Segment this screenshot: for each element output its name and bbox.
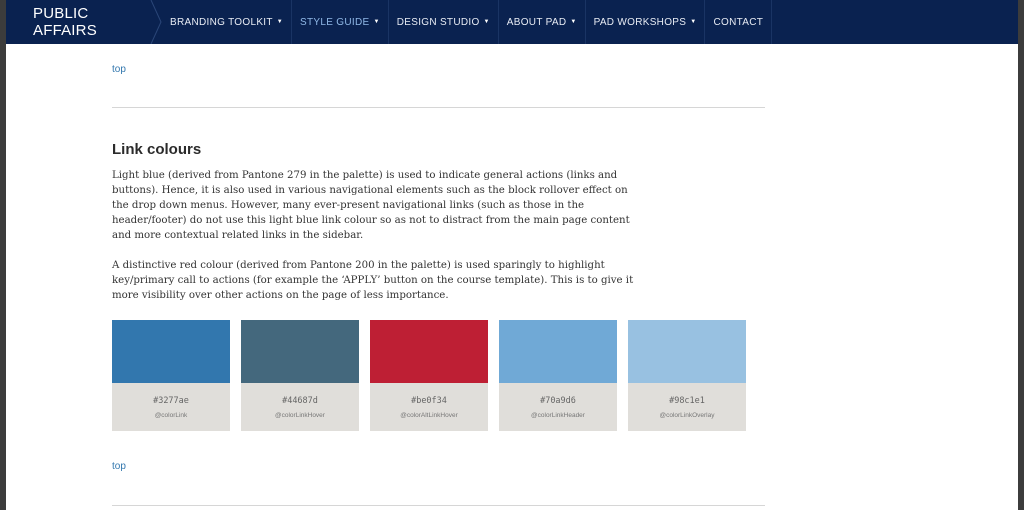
- nav-item-label: CONTACT: [713, 16, 764, 28]
- caret-down-icon: ▼: [690, 19, 697, 25]
- swatch-hex-code: #98c1e1: [669, 395, 705, 406]
- swatch-hex-code: #be0f34: [411, 395, 447, 406]
- nav-item-label: BRANDING TOOLKIT: [170, 16, 273, 28]
- swatch-variable-name: @colorAltLinkHover: [400, 411, 458, 419]
- swatch-hex-code: #3277ae: [153, 395, 189, 406]
- nav-item-label: DESIGN STUDIO: [396, 16, 480, 28]
- swatch-variable-name: @colorLinkHover: [275, 411, 325, 419]
- nav-item-about-pad[interactable]: ABOUT PAD ▼: [499, 0, 586, 44]
- nav-item-contact[interactable]: CONTACT: [705, 0, 773, 44]
- swatch-variable-name: @colorLinkHeader: [531, 411, 585, 419]
- swatch-hex-code: #44687d: [282, 395, 318, 406]
- swatch-color-block: [241, 320, 359, 383]
- section-divider: [112, 505, 765, 506]
- caret-down-icon: ▼: [570, 19, 577, 25]
- section-heading: Link colours: [112, 141, 202, 158]
- swatch-variable-name: @colorLinkOverlay: [659, 411, 715, 419]
- swatch-info: #98c1e1 @colorLinkOverlay: [628, 383, 746, 431]
- nav-item-style-guide[interactable]: STYLE GUIDE ▼: [292, 0, 389, 44]
- color-swatch: #70a9d6 @colorLinkHeader: [499, 320, 617, 431]
- swatch-info: #3277ae @colorLink: [112, 383, 230, 431]
- swatch-variable-name: @colorLink: [154, 411, 188, 419]
- paragraph-link-red: A distinctive red colour (derived from P…: [112, 260, 634, 301]
- caret-down-icon: ▼: [276, 19, 284, 25]
- paragraph-link-blue: Light blue (derived from Pantone 279 in …: [112, 170, 630, 241]
- color-swatch: #44687d @colorLinkHover: [241, 320, 359, 431]
- brand-name[interactable]: PUBLIC AFFAIRS: [33, 5, 154, 39]
- back-to-top-link[interactable]: top: [112, 64, 126, 75]
- caret-down-icon: ▼: [373, 19, 380, 25]
- page-frame: PUBLIC AFFAIRS BRANDING TOOLKIT ▼ STYLE GU…: [6, 0, 1018, 510]
- brand-logo[interactable]: PUBLIC AFFAIRS: [6, 0, 162, 44]
- swatch-color-block: [112, 320, 230, 383]
- brand-separator-icon: [150, 0, 162, 44]
- main-menu: BRANDING TOOLKIT ▼ STYLE GUIDE ▼ DESIGN STUD…: [162, 0, 773, 44]
- swatch-hex-code: #70a9d6: [540, 395, 576, 406]
- nav-item-design-studio[interactable]: DESIGN STUDIO ▼: [389, 0, 499, 44]
- top-navbar: PUBLIC AFFAIRS BRANDING TOOLKIT ▼ STYLE GU…: [6, 0, 1018, 44]
- swatch-info: #44687d @colorLinkHover: [241, 383, 359, 431]
- nav-item-label: PAD WORKSHOPS: [593, 16, 687, 28]
- nav-item-label: STYLE GUIDE: [300, 16, 370, 28]
- swatch-color-block: [499, 320, 617, 383]
- nav-item-branding-toolkit[interactable]: BRANDING TOOLKIT ▼: [162, 0, 293, 44]
- color-swatch: #3277ae @colorLink: [112, 320, 230, 431]
- nav-item-pad-workshops[interactable]: PAD WORKSHOPS ▼: [586, 0, 706, 44]
- nav-item-label: ABOUT PAD: [506, 16, 567, 28]
- swatch-color-block: [370, 320, 488, 383]
- back-to-top-link[interactable]: top: [112, 461, 126, 472]
- color-swatches: #3277ae @colorLink #44687d @colorLinkHover #…: [112, 320, 746, 431]
- section-divider: [112, 107, 765, 108]
- swatch-info: #be0f34 @colorAltLinkHover: [370, 383, 488, 431]
- color-swatch: #98c1e1 @colorLinkOverlay: [628, 320, 746, 431]
- swatch-color-block: [628, 320, 746, 383]
- swatch-info: #70a9d6 @colorLinkHeader: [499, 383, 617, 431]
- color-swatch: #be0f34 @colorAltLinkHover: [370, 320, 488, 431]
- caret-down-icon: ▼: [483, 19, 490, 25]
